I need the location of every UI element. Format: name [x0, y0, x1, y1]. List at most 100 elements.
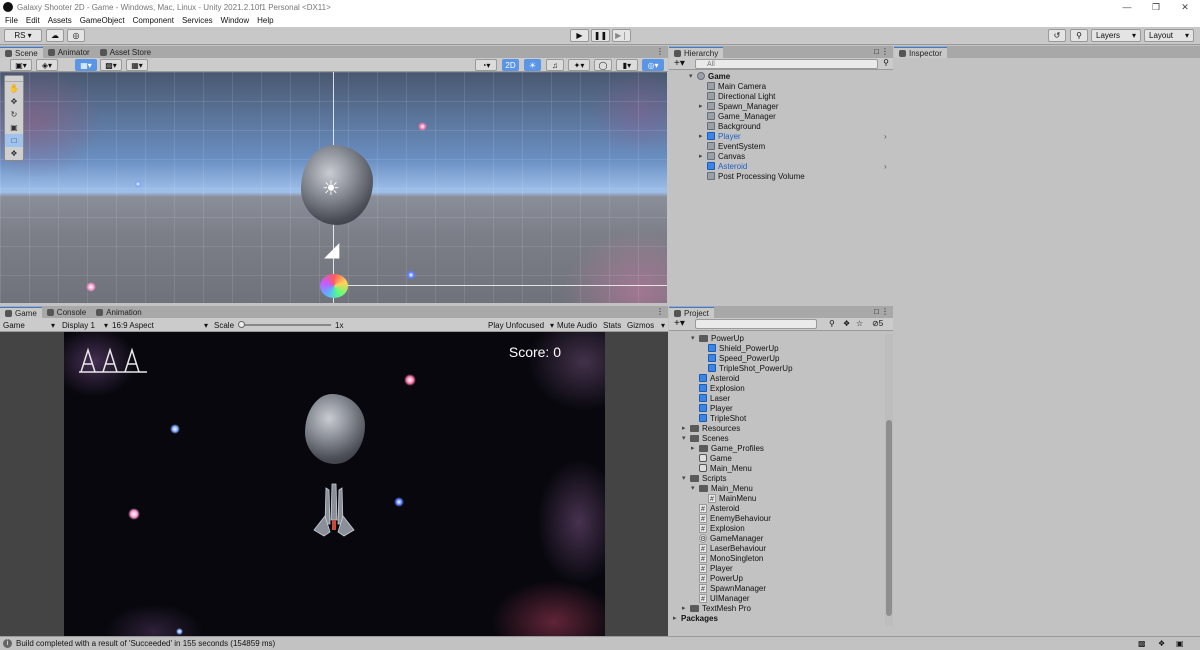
project-item[interactable]: ▾ PowerUp: [691, 333, 744, 343]
play-icon[interactable]: ▶: [570, 29, 589, 42]
layers-dropdown[interactable]: Layers ▾: [1091, 29, 1141, 42]
tab-console[interactable]: Console: [42, 307, 91, 318]
project-item[interactable]: # EnemyBehaviour: [691, 513, 771, 523]
hierarchy-item[interactable]: Post Processing Volume: [699, 171, 805, 181]
hierarchy-search-input[interactable]: All: [695, 59, 878, 69]
lock-icon[interactable]: □: [874, 47, 879, 56]
project-item[interactable]: # PowerUp: [691, 573, 743, 583]
tab-inspector[interactable]: Inspector: [894, 47, 947, 58]
grid-snap-icon[interactable]: ▦▾: [75, 59, 97, 71]
status-message[interactable]: Build completed with a result of 'Succee…: [16, 639, 275, 648]
menu-component[interactable]: Component: [133, 16, 174, 25]
mode-2d-button[interactable]: 2D: [502, 59, 519, 71]
menu-assets[interactable]: Assets: [48, 16, 72, 25]
shading-icon[interactable]: ◔▾: [475, 59, 497, 71]
scene-view[interactable]: ☀ ◢ ✋ ✥ ↻ ▣ □ ❖: [0, 72, 667, 303]
project-item[interactable]: ▾ Main_Menu: [691, 483, 753, 493]
project-item[interactable]: ▾ Scenes: [682, 433, 729, 443]
hierarchy-item[interactable]: Background: [699, 121, 761, 131]
hidden-packages-toggle[interactable]: ⊘ 5: [872, 319, 883, 328]
hierarchy-item[interactable]: EventSystem: [699, 141, 765, 151]
tab-game[interactable]: Game: [0, 307, 42, 318]
project-lock-icon[interactable]: □: [874, 307, 879, 316]
create-plus-icon[interactable]: +▾: [674, 58, 685, 69]
effects-icon[interactable]: ✦▾: [568, 59, 590, 71]
expand-arrow-icon[interactable]: ▾: [682, 474, 690, 482]
project-item[interactable]: Explosion: [691, 383, 745, 393]
debug-icon[interactable]: ❖: [1158, 639, 1165, 648]
project-item[interactable]: # Explosion: [691, 523, 745, 533]
project-item[interactable]: TripleShot_PowerUp: [700, 363, 793, 373]
layout-dropdown[interactable]: Layout ▾: [1144, 29, 1194, 42]
aspect-dropdown[interactable]: 16:9 Aspect ▾: [112, 319, 208, 331]
pause-icon[interactable]: ❚❚: [591, 29, 610, 42]
favorite-icon[interactable]: ☆: [856, 319, 863, 328]
rect-tool-icon[interactable]: □: [5, 134, 23, 147]
cloud-icon[interactable]: ☁: [46, 29, 64, 42]
game-mode-dropdown[interactable]: Game ▾: [3, 319, 55, 331]
audio-toggle-icon[interactable]: ♫: [546, 59, 564, 71]
game-panel-menu-icon[interactable]: ⋮: [656, 307, 664, 316]
search-icon[interactable]: ⚲: [1070, 29, 1088, 42]
project-scrollbar[interactable]: [885, 334, 893, 626]
menu-edit[interactable]: Edit: [26, 16, 40, 25]
draw-mode-icon[interactable]: ▣▾: [10, 59, 32, 71]
expand-arrow-icon[interactable]: ▸: [699, 152, 707, 160]
hierarchy-item[interactable]: Main Camera: [699, 81, 766, 91]
hidden-objects-icon[interactable]: ◯: [594, 59, 612, 71]
stats-button[interactable]: Stats: [603, 319, 621, 331]
project-item[interactable]: ▸ Resources: [682, 423, 740, 433]
gizmos-dropdown[interactable]: Gizmos ▾: [627, 319, 665, 331]
project-search-input[interactable]: [695, 319, 817, 329]
camera-settings-icon[interactable]: ▮▾: [616, 59, 638, 71]
expand-arrow-icon[interactable]: ▸: [682, 424, 690, 432]
search-by-label-icon[interactable]: ❖: [843, 319, 850, 328]
close-icon[interactable]: ✕: [1168, 0, 1200, 14]
move-tool-icon[interactable]: ✥: [5, 95, 23, 108]
project-item[interactable]: ⚙ GameManager: [691, 533, 763, 543]
tab-hierarchy[interactable]: Hierarchy: [669, 47, 724, 58]
project-item[interactable]: # MainMenu: [700, 493, 756, 503]
tab-scene[interactable]: Scene: [0, 47, 43, 58]
hierarchy-item[interactable]: ▸ Player: [699, 131, 741, 141]
project-item[interactable]: Game: [691, 453, 732, 463]
expand-arrow-icon[interactable]: ▸: [699, 102, 707, 110]
hierarchy-item[interactable]: Directional Light: [699, 91, 775, 101]
rotate-tool-icon[interactable]: ↻: [5, 108, 23, 121]
expand-arrow-icon[interactable]: ▾: [691, 484, 699, 492]
hierarchy-item[interactable]: Asteroid: [699, 161, 747, 171]
project-item[interactable]: # MonoSingleton: [691, 553, 763, 563]
hierarchy-item[interactable]: ▸ Spawn_Manager: [699, 101, 778, 111]
project-item[interactable]: # UIManager: [691, 593, 750, 603]
expand-arrow-icon[interactable]: ▸: [691, 444, 699, 452]
expand-arrow-icon[interactable]: ▸: [673, 614, 681, 622]
game-viewport[interactable]: Score: 0: [64, 332, 605, 636]
display-dropdown[interactable]: Display 1 ▾: [62, 319, 108, 331]
account-button[interactable]: RS ▾: [4, 29, 42, 42]
scale-slider-thumb[interactable]: [238, 321, 245, 328]
gizmos-icon[interactable]: ◎▾: [642, 59, 664, 71]
hierarchy-item[interactable]: Game_Manager: [699, 111, 776, 121]
project-item[interactable]: # SpawnManager: [691, 583, 766, 593]
project-item[interactable]: # LaserBehaviour: [691, 543, 766, 553]
project-item[interactable]: Shield_PowerUp: [700, 343, 779, 353]
snap-increment-icon[interactable]: ▩▾: [100, 59, 122, 71]
menu-services[interactable]: Services: [182, 16, 213, 25]
scale-slider[interactable]: [238, 319, 331, 331]
menu-gameobject[interactable]: GameObject: [80, 16, 125, 25]
project-scrollbar-thumb[interactable]: [886, 420, 892, 616]
scale-tool-icon[interactable]: ▣: [5, 121, 23, 134]
collab-icon[interactable]: ◎: [67, 29, 85, 42]
prefab-open-chevron-icon[interactable]: ›: [884, 161, 887, 171]
expand-arrow-icon[interactable]: ▾: [689, 72, 697, 80]
tab-animation[interactable]: Animation: [91, 307, 147, 318]
expand-arrow-icon[interactable]: ▾: [682, 434, 690, 442]
project-item[interactable]: Player: [691, 403, 733, 413]
project-item[interactable]: Speed_PowerUp: [700, 353, 779, 363]
project-item[interactable]: # Asteroid: [691, 503, 739, 513]
expand-arrow-icon[interactable]: ▸: [699, 132, 707, 140]
project-item[interactable]: Main_Menu: [691, 463, 752, 473]
project-item[interactable]: ▾ Scripts: [682, 473, 726, 483]
hierarchy-scene-row[interactable]: ▾ Game: [689, 71, 730, 81]
project-item[interactable]: Asteroid: [691, 373, 739, 383]
